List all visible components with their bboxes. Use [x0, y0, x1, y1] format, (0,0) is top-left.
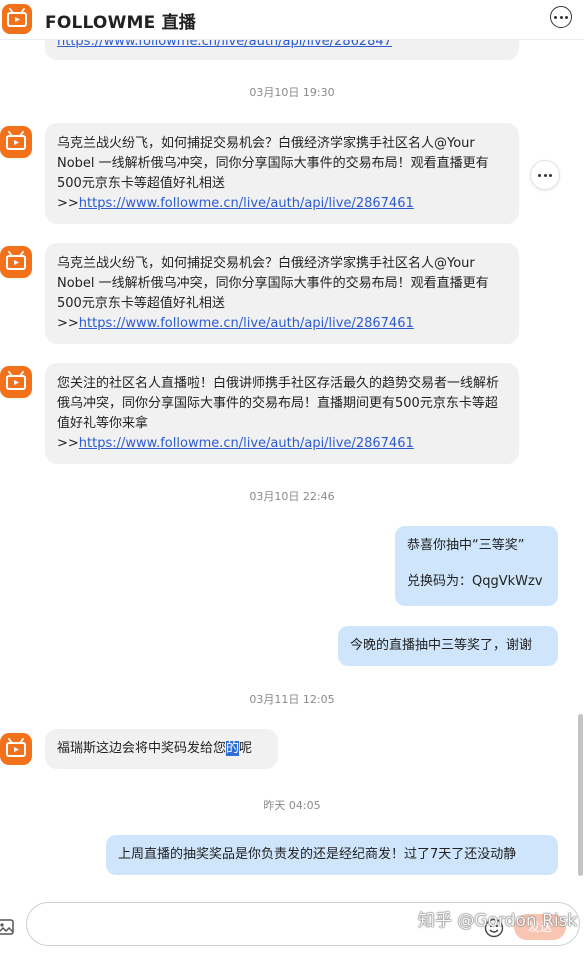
followme-avatar-icon: [0, 733, 32, 765]
prize-message-bubble: 恭喜你抽中“三等奖” 兑换码为：QqgVkWzv: [395, 526, 558, 606]
selected-text: 的: [226, 741, 240, 756]
message-text: 您关注的社区名人直播啦！白俄讲师携手社区存活最久的趋势交易者一线解析俄乌冲突，同…: [57, 376, 500, 431]
followme-avatar-icon: [0, 366, 32, 398]
watermark: 知乎 @Gordon Risk: [418, 911, 578, 931]
user-message-bubble: 今晚的直播抽中三等奖了，谢谢: [338, 626, 558, 666]
link-prefix: >>: [57, 436, 79, 451]
message-bubble: 乌克兰战火纷飞，如何捕捉交易机会？白俄经济学家携手社区名人@Your Nobel…: [45, 243, 519, 344]
user-message-bubble: 上周直播的抽奖奖品是你负责发的还是经纪商发！过了7天了还没动静: [106, 835, 558, 875]
timestamp: 03月11日 12:05: [249, 693, 335, 706]
message-link[interactable]: https://www.followme.cn/live/auth/api/li…: [79, 316, 414, 331]
message-link-line: >>https://www.followme.cn/live/auth/api/…: [57, 434, 507, 454]
followme-avatar-icon: [0, 126, 32, 158]
user-message-text: 上周直播的抽奖奖品是你负责发的还是经纪商发！过了7天了还没动静: [118, 847, 517, 862]
timestamp: 03月10日 22:46: [249, 490, 335, 503]
agent-message-text-end: 呢: [239, 741, 253, 756]
message-link-line: >>https://www.followme.cn/live/auth/api/…: [57, 194, 507, 214]
chat-header: FOLLOWME 直播: [0, 0, 584, 40]
chat-title: FOLLOWME 直播: [45, 13, 196, 33]
link-prefix: >>: [57, 316, 79, 331]
message-link[interactable]: https://www.followme.cn/live/auth/api/li…: [79, 436, 414, 451]
image-upload-icon[interactable]: [0, 918, 14, 936]
user-message-text: 今晚的直播抽中三等奖了，谢谢: [350, 638, 533, 653]
scrollbar[interactable]: [578, 714, 583, 876]
agent-message-text: 福瑞斯这边会将中奖码发给您: [57, 741, 227, 756]
more-options-icon[interactable]: [550, 6, 572, 28]
link-prefix: >>: [57, 196, 79, 211]
message-bubble: 乌克兰战火纷飞，如何捕捉交易机会？白俄经济学家携手社区名人@Your Nobel…: [45, 123, 519, 224]
prize-text: 恭喜你抽中“三等奖”: [407, 538, 525, 553]
message-bubble: 您关注的社区名人直播啦！白俄讲师携手社区存活最久的趋势交易者一线解析俄乌冲突，同…: [45, 363, 519, 464]
message-more-icon[interactable]: [530, 160, 560, 190]
timestamp: 03月10日 19:30: [249, 86, 335, 99]
agent-message-bubble: 福瑞斯这边会将中奖码发给您的呢: [45, 729, 278, 769]
timestamp: 昨天 04:05: [263, 799, 321, 812]
message-text: 乌克兰战火纷飞，如何捕捉交易机会？白俄经济学家携手社区名人@Your Nobel…: [57, 256, 489, 311]
followme-live-logo-icon: [2, 4, 32, 34]
redeem-code-text: 兑换码为：QqgVkWzv: [407, 574, 543, 589]
message-text: 乌克兰战火纷飞，如何捕捉交易机会？白俄经济学家携手社区名人@Your Nobel…: [57, 136, 489, 191]
message-link-line: >>https://www.followme.cn/live/auth/api/…: [57, 314, 507, 334]
followme-avatar-icon: [0, 246, 32, 278]
message-link[interactable]: https://www.followme.cn/live/auth/api/li…: [79, 196, 414, 211]
